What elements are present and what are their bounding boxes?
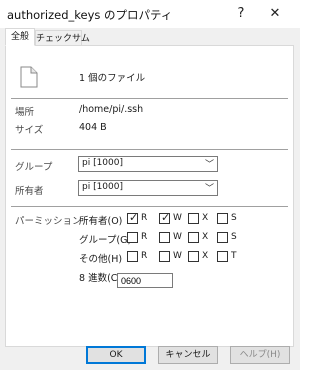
separator <box>11 206 288 207</box>
perm-others-w-checkbox[interactable] <box>159 251 170 262</box>
perm-group-w-label: W <box>173 232 182 242</box>
check-icon: ✓ <box>161 211 171 224</box>
perm-others-t-checkbox[interactable] <box>217 251 228 262</box>
perm-others-w-label: W <box>173 251 182 261</box>
perm-group-x-checkbox[interactable] <box>188 232 199 243</box>
separator <box>11 98 288 99</box>
perm-others-x-label: X <box>202 251 209 261</box>
perm-others-label: その他(H) <box>79 254 123 265</box>
size-label: サイズ <box>15 125 44 136</box>
tab-checksum[interactable]: チェックサム <box>35 30 90 46</box>
group-label: グループ <box>15 162 53 173</box>
perm-group-x-label: X <box>202 232 209 242</box>
perm-group-label: グループ(G) <box>79 235 132 246</box>
group-dropdown[interactable]: pi [1000] ﹀ <box>78 156 218 172</box>
dialog-client: 全般 チェックサム 1 個のファイル 場所 /home/pi/.ssh サイズ … <box>0 28 300 370</box>
ok-button[interactable]: OK <box>86 346 146 364</box>
octal-label: 8 進数(C) <box>79 273 122 284</box>
general-panel: 1 個のファイル 場所 /home/pi/.ssh サイズ 404 B グループ… <box>5 45 294 347</box>
perm-group-r-checkbox[interactable] <box>127 232 138 243</box>
perm-owner-r-checkbox[interactable]: ✓ <box>127 211 139 224</box>
window-title: authorized_keys のプロパティ <box>7 8 173 22</box>
perm-group-r-label: R <box>141 232 148 242</box>
perm-group-w-checkbox[interactable] <box>159 232 170 243</box>
chevron-down-icon: ﹀ <box>204 184 214 194</box>
close-icon[interactable]: ✕ <box>264 4 286 24</box>
perm-owner-s-checkbox[interactable] <box>217 213 228 224</box>
check-icon: ✓ <box>129 211 139 224</box>
help-icon[interactable]: ? <box>230 4 252 24</box>
perm-owner-w-label: W <box>173 213 182 223</box>
owner-dropdown[interactable]: pi [1000] ﹀ <box>78 180 218 196</box>
perm-others-x-checkbox[interactable] <box>188 251 199 262</box>
chevron-down-icon: ﹀ <box>204 160 214 170</box>
group-value: pi [1000] <box>82 158 124 168</box>
file-count: 1 個のファイル <box>79 73 146 84</box>
help-button[interactable]: ヘルプ(H) <box>230 346 290 364</box>
location-label: 場所 <box>15 107 35 118</box>
perm-owner-label: 所有者(O) <box>79 216 123 227</box>
perm-owner-w-checkbox[interactable]: ✓ <box>159 211 171 224</box>
owner-value: pi [1000] <box>82 182 124 192</box>
perm-owner-r-label: R <box>141 213 148 223</box>
perm-owner-x-checkbox[interactable] <box>188 213 199 224</box>
owner-label: 所有者 <box>15 186 44 197</box>
perm-owner-x-label: X <box>202 213 209 223</box>
perm-owner-s-label: S <box>231 213 237 223</box>
perm-others-t-label: T <box>231 251 237 261</box>
location-value: /home/pi/.ssh <box>79 104 144 115</box>
perm-group-s-checkbox[interactable] <box>217 232 228 243</box>
separator <box>11 149 288 150</box>
size-value: 404 B <box>79 122 107 133</box>
perm-group-s-label: S <box>231 232 237 242</box>
octal-input[interactable] <box>117 273 173 288</box>
title-bar: authorized_keys のプロパティ ? ✕ <box>0 0 300 28</box>
cancel-button[interactable]: キャンセル <box>158 346 218 364</box>
file-icon <box>20 66 38 88</box>
perm-others-r-label: R <box>141 251 148 261</box>
permissions-label: パーミッション <box>15 216 82 227</box>
tab-general[interactable]: 全般 <box>5 28 35 46</box>
perm-others-r-checkbox[interactable] <box>127 251 138 262</box>
